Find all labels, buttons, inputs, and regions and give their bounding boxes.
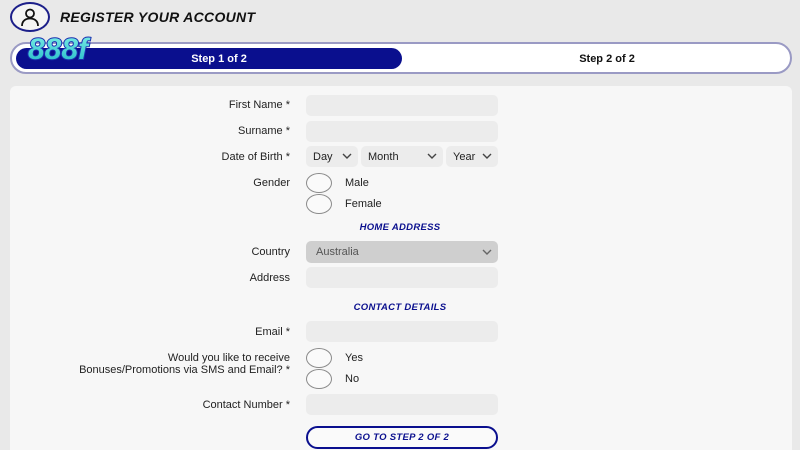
chevron-down-icon	[482, 153, 492, 159]
first-name-label: First Name *	[228, 99, 290, 111]
email-label: Email *	[255, 326, 290, 338]
go-to-step-2-button[interactable]: GO TO STEP 2 OF 2	[306, 426, 498, 449]
dob-day-select[interactable]: Day	[306, 146, 358, 167]
logo-text: 888f	[28, 33, 91, 66]
promo-label-line1: Would you like to receive	[167, 352, 290, 364]
dob-month-value: Month	[368, 150, 399, 163]
country-value: Australia	[316, 246, 359, 258]
first-name-input[interactable]	[306, 95, 498, 116]
country-label: Country	[251, 246, 290, 258]
chevron-down-icon	[427, 153, 437, 159]
page-title: REGISTER YOUR ACCOUNT	[60, 9, 256, 25]
country-select[interactable]: Australia	[306, 241, 498, 263]
home-address-heading: HOME ADDRESS	[359, 222, 441, 233]
promo-label-line2: Bonuses/Promotions via SMS and Email? *	[79, 364, 290, 376]
gender-female-label: Female	[345, 198, 382, 210]
address-input[interactable]	[306, 267, 498, 288]
address-label: Address	[249, 272, 290, 284]
header: REGISTER YOUR ACCOUNT	[0, 0, 800, 36]
dob-month-select[interactable]: Month	[361, 146, 443, 167]
dob-label: Date of Birth *	[221, 151, 290, 163]
chevron-down-icon	[342, 153, 352, 159]
dob-day-value: Day	[313, 150, 333, 163]
promo-yes-radio[interactable]	[306, 348, 332, 368]
gender-male-label: Male	[345, 177, 369, 189]
gender-label: Gender	[253, 177, 290, 189]
surname-label: Surname *	[238, 125, 290, 137]
contact-number-input[interactable]	[306, 394, 498, 415]
email-input[interactable]	[306, 321, 498, 342]
dob-year-value: Year	[453, 150, 476, 163]
surname-input[interactable]	[306, 121, 498, 142]
dob-year-select[interactable]: Year	[446, 146, 498, 167]
contact-number-label: Contact Number *	[202, 399, 290, 411]
promo-yes-label: Yes	[345, 352, 363, 364]
promo-no-label: No	[345, 373, 360, 385]
gender-male-radio[interactable]	[306, 173, 332, 193]
contact-details-heading: CONTACT DETAILS	[353, 302, 447, 313]
gender-female-radio[interactable]	[306, 194, 332, 214]
promo-no-radio[interactable]	[306, 369, 332, 389]
888-logo: 888f	[27, 32, 92, 66]
promo-label: Would you like to receive Bonuses/Promot…	[79, 352, 290, 376]
user-icon[interactable]	[10, 2, 50, 32]
step-2-indicator: Step 2 of 2	[579, 52, 635, 65]
chevron-down-icon	[482, 249, 492, 255]
